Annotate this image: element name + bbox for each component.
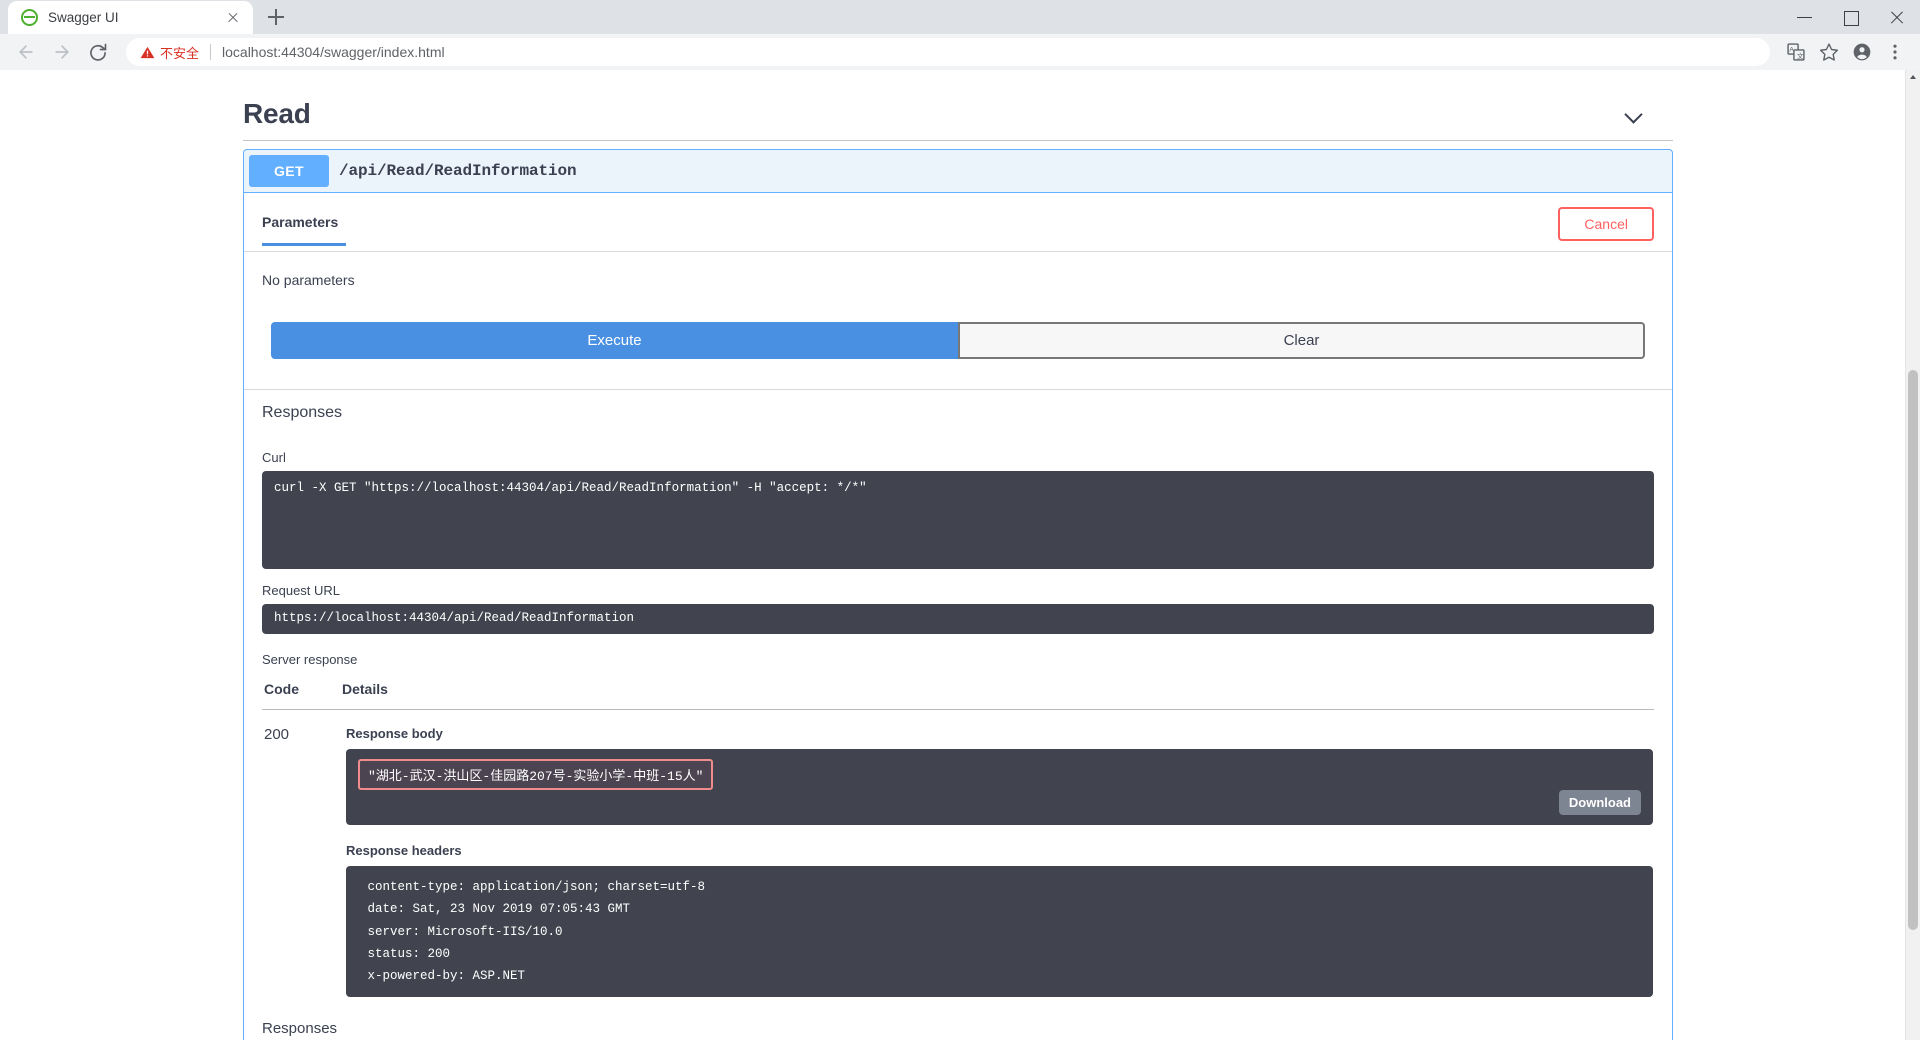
opblock-summary[interactable]: GET /api/Read/ReadInformation (244, 150, 1672, 193)
request-url-block: https://localhost:44304/api/Read/ReadInf… (262, 604, 1654, 634)
curl-label: Curl (262, 450, 1654, 465)
table-header-row: Code Details (262, 675, 1654, 710)
tab-title: Swagger UI (48, 10, 223, 25)
response-body-label: Response body (346, 726, 1653, 741)
chevron-down-icon[interactable] (1623, 103, 1645, 125)
scrollbar-thumb[interactable] (1908, 370, 1918, 930)
swagger-page: Read GET /api/Read/ReadInformation Param… (0, 70, 1905, 1040)
response-details-cell: Response body "湖北-武汉-洪山区-佳园路207号-实验小学-中班… (342, 710, 1654, 999)
page-title: Read (243, 98, 311, 130)
svg-text:文: 文 (1797, 51, 1804, 60)
response-body-value[interactable]: "湖北-武汉-洪山区-佳园路207号-实验小学-中班-15人" (358, 759, 713, 790)
opblock-tag-header[interactable]: Read (243, 98, 1673, 141)
warning-triangle-icon (140, 45, 155, 60)
live-responses: Curl curl -X GET "https://localhost:4430… (244, 450, 1672, 1004)
address-bar-url: localhost:44304/swagger/index.html (222, 44, 445, 60)
minimize-icon[interactable] (1782, 0, 1828, 34)
omnibox-divider (210, 44, 211, 60)
reload-icon[interactable] (82, 36, 114, 68)
responses-bottom-heading: Responses (262, 1020, 1654, 1037)
endpoint-path: /api/Read/ReadInformation (329, 162, 577, 180)
three-dot-menu-icon[interactable] (1880, 37, 1910, 67)
opblock-tag-section: Read GET /api/Read/ReadInformation Param… (243, 70, 1673, 1040)
star-icon[interactable] (1814, 37, 1844, 67)
arrow-forward-icon[interactable] (46, 36, 78, 68)
tab-strip: Swagger UI (0, 0, 1920, 34)
opblock-get: GET /api/Read/ReadInformation Parameters… (243, 149, 1673, 1040)
response-status-code: 200 (262, 710, 342, 999)
close-icon[interactable] (223, 8, 243, 28)
security-status-label: 不安全 (160, 43, 199, 62)
translate-icon[interactable]: A文 (1781, 37, 1811, 67)
parameters-tab-row: Parameters Cancel (244, 193, 1672, 252)
opblock-body: Parameters Cancel No parameters Execute … (244, 193, 1672, 1040)
no-parameters-text: No parameters (244, 252, 1672, 306)
responses-bottom-section: Responses Code Description Links (244, 1020, 1672, 1040)
curl-command-block[interactable]: curl -X GET "https://localhost:44304/api… (262, 471, 1654, 569)
response-headers-block: content-type: application/json; charset=… (346, 866, 1653, 997)
request-url-label: Request URL (262, 583, 1654, 598)
tab-parameters[interactable]: Parameters (262, 214, 346, 246)
swagger-logo-icon (21, 9, 38, 26)
responses-heading: Responses (262, 404, 1654, 422)
window-controls (1782, 0, 1920, 34)
plus-icon[interactable] (261, 2, 291, 32)
browser-window: Swagger UI 不安全 localhost:44304/swagger/i… (0, 0, 1920, 1040)
column-header-details: Details (342, 675, 1654, 710)
server-response-label: Server response (262, 652, 1654, 667)
scroll-up-arrow-icon[interactable] (1906, 70, 1920, 85)
server-response-table: Code Details 200 (262, 675, 1654, 998)
execute-button[interactable]: Execute (271, 322, 958, 359)
page-viewport: Read GET /api/Read/ReadInformation Param… (0, 70, 1920, 1040)
table-row: 200 Response body "湖北-武汉-洪山区-佳园路207号-实验小… (262, 710, 1654, 999)
cancel-button[interactable]: Cancel (1558, 207, 1654, 241)
browser-tab[interactable]: Swagger UI (8, 1, 253, 34)
arrow-back-icon[interactable] (10, 36, 42, 68)
response-body-block: "湖北-武汉-洪山区-佳园路207号-实验小学-中班-15人" Download (346, 749, 1653, 825)
vertical-scrollbar[interactable] (1905, 70, 1920, 1040)
download-button[interactable]: Download (1559, 790, 1641, 815)
svg-text:A: A (1789, 47, 1794, 54)
response-headers-label: Response headers (346, 843, 1653, 858)
maximize-icon[interactable] (1828, 0, 1874, 34)
responses-section-header: Responses (244, 389, 1672, 436)
execute-button-row: Execute Clear (244, 306, 1672, 389)
close-icon[interactable] (1874, 0, 1920, 34)
clear-button[interactable]: Clear (958, 322, 1645, 359)
address-bar[interactable]: 不安全 localhost:44304/swagger/index.html (126, 38, 1770, 66)
http-method-badge: GET (249, 155, 329, 187)
browser-toolbar: 不安全 localhost:44304/swagger/index.html A… (0, 34, 1920, 70)
column-header-code: Code (262, 675, 342, 710)
account-circle-icon[interactable] (1847, 37, 1877, 67)
